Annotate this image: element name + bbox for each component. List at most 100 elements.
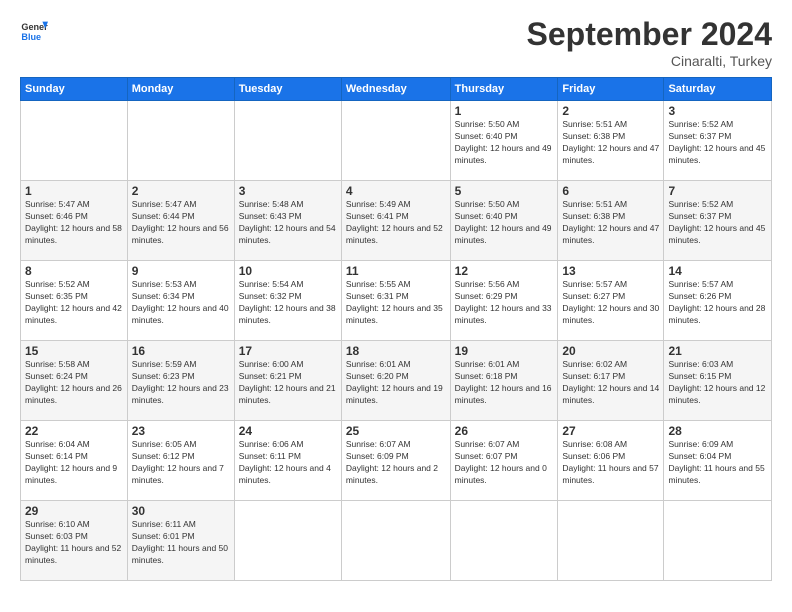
day-number: 4 [346,184,446,198]
day-info: Sunrise: 6:10 AMSunset: 6:03 PMDaylight:… [25,519,123,567]
day-number: 9 [132,264,230,278]
day-info: Sunrise: 5:56 AMSunset: 6:29 PMDaylight:… [455,279,554,327]
table-row [450,501,558,581]
table-row [127,101,234,181]
day-info: Sunrise: 6:05 AMSunset: 6:12 PMDaylight:… [132,439,230,487]
day-number: 26 [455,424,554,438]
table-row: 26 Sunrise: 6:07 AMSunset: 6:07 PMDaylig… [450,421,558,501]
logo: General Blue [20,16,48,44]
day-info: Sunrise: 5:49 AMSunset: 6:41 PMDaylight:… [346,199,446,247]
day-number: 30 [132,504,230,518]
day-number: 28 [668,424,767,438]
day-number: 27 [562,424,659,438]
table-row: 21 Sunrise: 6:03 AMSunset: 6:15 PMDaylig… [664,341,772,421]
table-row: 6 Sunrise: 5:51 AMSunset: 6:38 PMDayligh… [558,181,664,261]
week-row: 8 Sunrise: 5:52 AMSunset: 6:35 PMDayligh… [21,261,772,341]
logo-icon: General Blue [20,16,48,44]
day-number: 23 [132,424,230,438]
table-row [234,101,341,181]
table-row: 12 Sunrise: 5:56 AMSunset: 6:29 PMDaylig… [450,261,558,341]
day-info: Sunrise: 5:54 AMSunset: 6:32 PMDaylight:… [239,279,337,327]
day-number: 17 [239,344,337,358]
day-number: 12 [455,264,554,278]
day-number: 2 [562,104,659,118]
table-row: 15 Sunrise: 5:58 AMSunset: 6:24 PMDaylig… [21,341,128,421]
day-number: 29 [25,504,123,518]
table-row: 2 Sunrise: 5:51 AMSunset: 6:38 PMDayligh… [558,101,664,181]
week-row: 1 Sunrise: 5:50 AMSunset: 6:40 PMDayligh… [21,101,772,181]
day-info: Sunrise: 6:07 AMSunset: 6:09 PMDaylight:… [346,439,446,487]
day-number: 6 [562,184,659,198]
table-row: 22 Sunrise: 6:04 AMSunset: 6:14 PMDaylig… [21,421,128,501]
table-row: 29 Sunrise: 6:10 AMSunset: 6:03 PMDaylig… [21,501,128,581]
day-number: 7 [668,184,767,198]
table-row: 3 Sunrise: 5:48 AMSunset: 6:43 PMDayligh… [234,181,341,261]
day-number: 2 [132,184,230,198]
week-row: 29 Sunrise: 6:10 AMSunset: 6:03 PMDaylig… [21,501,772,581]
day-info: Sunrise: 5:51 AMSunset: 6:38 PMDaylight:… [562,119,659,167]
day-info: Sunrise: 6:08 AMSunset: 6:06 PMDaylight:… [562,439,659,487]
table-row: 16 Sunrise: 5:59 AMSunset: 6:23 PMDaylig… [127,341,234,421]
day-number: 14 [668,264,767,278]
day-number: 16 [132,344,230,358]
day-number: 22 [25,424,123,438]
location: Cinaralti, Turkey [527,53,772,69]
table-row: 18 Sunrise: 6:01 AMSunset: 6:20 PMDaylig… [341,341,450,421]
week-row: 15 Sunrise: 5:58 AMSunset: 6:24 PMDaylig… [21,341,772,421]
table-row: 19 Sunrise: 6:01 AMSunset: 6:18 PMDaylig… [450,341,558,421]
day-info: Sunrise: 5:52 AMSunset: 6:37 PMDaylight:… [668,119,767,167]
day-info: Sunrise: 5:48 AMSunset: 6:43 PMDaylight:… [239,199,337,247]
table-row: 10 Sunrise: 5:54 AMSunset: 6:32 PMDaylig… [234,261,341,341]
day-info: Sunrise: 5:59 AMSunset: 6:23 PMDaylight:… [132,359,230,407]
day-number: 18 [346,344,446,358]
day-info: Sunrise: 5:50 AMSunset: 6:40 PMDaylight:… [455,199,554,247]
day-number: 10 [239,264,337,278]
table-row: 3 Sunrise: 5:52 AMSunset: 6:37 PMDayligh… [664,101,772,181]
day-info: Sunrise: 6:01 AMSunset: 6:18 PMDaylight:… [455,359,554,407]
table-row: 9 Sunrise: 5:53 AMSunset: 6:34 PMDayligh… [127,261,234,341]
day-info: Sunrise: 5:55 AMSunset: 6:31 PMDaylight:… [346,279,446,327]
day-number: 8 [25,264,123,278]
day-number: 13 [562,264,659,278]
table-row: 5 Sunrise: 5:50 AMSunset: 6:40 PMDayligh… [450,181,558,261]
table-row [341,101,450,181]
calendar-table: Sunday Monday Tuesday Wednesday Thursday… [20,77,772,581]
col-monday: Monday [127,78,234,101]
day-info: Sunrise: 5:52 AMSunset: 6:37 PMDaylight:… [668,199,767,247]
col-wednesday: Wednesday [341,78,450,101]
day-info: Sunrise: 5:51 AMSunset: 6:38 PMDaylight:… [562,199,659,247]
day-number: 15 [25,344,123,358]
day-info: Sunrise: 6:02 AMSunset: 6:17 PMDaylight:… [562,359,659,407]
table-row: 30 Sunrise: 6:11 AMSunset: 6:01 PMDaylig… [127,501,234,581]
header: General Blue September 2024 Cinaralti, T… [20,16,772,69]
day-number: 3 [668,104,767,118]
table-row: 24 Sunrise: 6:06 AMSunset: 6:11 PMDaylig… [234,421,341,501]
day-number: 20 [562,344,659,358]
day-info: Sunrise: 6:07 AMSunset: 6:07 PMDaylight:… [455,439,554,487]
day-info: Sunrise: 6:06 AMSunset: 6:11 PMDaylight:… [239,439,337,487]
week-row: 1 Sunrise: 5:47 AMSunset: 6:46 PMDayligh… [21,181,772,261]
day-number: 25 [346,424,446,438]
table-row: 13 Sunrise: 5:57 AMSunset: 6:27 PMDaylig… [558,261,664,341]
table-row: 4 Sunrise: 5:49 AMSunset: 6:41 PMDayligh… [341,181,450,261]
table-row: 1 Sunrise: 5:47 AMSunset: 6:46 PMDayligh… [21,181,128,261]
table-row [664,501,772,581]
week-row: 22 Sunrise: 6:04 AMSunset: 6:14 PMDaylig… [21,421,772,501]
table-row: 7 Sunrise: 5:52 AMSunset: 6:37 PMDayligh… [664,181,772,261]
col-thursday: Thursday [450,78,558,101]
header-row: Sunday Monday Tuesday Wednesday Thursday… [21,78,772,101]
day-info: Sunrise: 5:58 AMSunset: 6:24 PMDaylight:… [25,359,123,407]
day-info: Sunrise: 5:47 AMSunset: 6:44 PMDaylight:… [132,199,230,247]
day-number: 21 [668,344,767,358]
table-row [21,101,128,181]
title-block: September 2024 Cinaralti, Turkey [527,16,772,69]
day-number: 24 [239,424,337,438]
day-info: Sunrise: 5:52 AMSunset: 6:35 PMDaylight:… [25,279,123,327]
col-friday: Friday [558,78,664,101]
day-info: Sunrise: 5:50 AMSunset: 6:40 PMDaylight:… [455,119,554,167]
day-info: Sunrise: 5:47 AMSunset: 6:46 PMDaylight:… [25,199,123,247]
calendar-page: General Blue September 2024 Cinaralti, T… [0,0,792,612]
day-info: Sunrise: 5:57 AMSunset: 6:26 PMDaylight:… [668,279,767,327]
table-row: 8 Sunrise: 5:52 AMSunset: 6:35 PMDayligh… [21,261,128,341]
col-tuesday: Tuesday [234,78,341,101]
